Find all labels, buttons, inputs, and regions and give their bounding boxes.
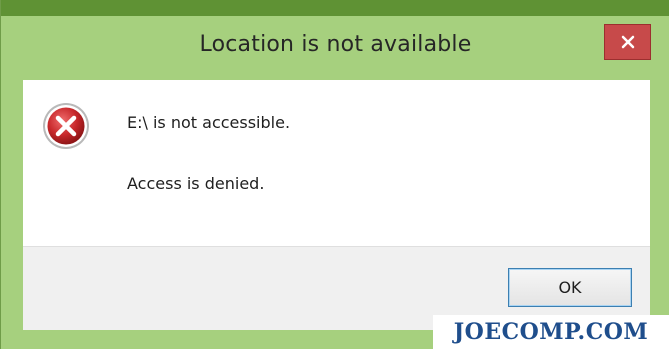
- ok-button[interactable]: OK: [508, 268, 632, 307]
- error-message: E:\ is not accessible.: [127, 113, 291, 132]
- error-icon: [41, 101, 91, 151]
- close-button[interactable]: [604, 24, 651, 60]
- error-detail: Access is denied.: [127, 174, 265, 193]
- title-bar[interactable]: Location is not available: [1, 16, 669, 80]
- dialog-title: Location is not available: [199, 32, 472, 57]
- watermark: JOECOMP.COM: [433, 315, 669, 349]
- window-top-edge: [1, 0, 669, 16]
- dialog-body: E:\ is not accessible. Access is denied.: [23, 80, 650, 246]
- close-icon: [621, 35, 635, 49]
- dialog-window: Location is not available E:\ is not acc…: [0, 0, 669, 349]
